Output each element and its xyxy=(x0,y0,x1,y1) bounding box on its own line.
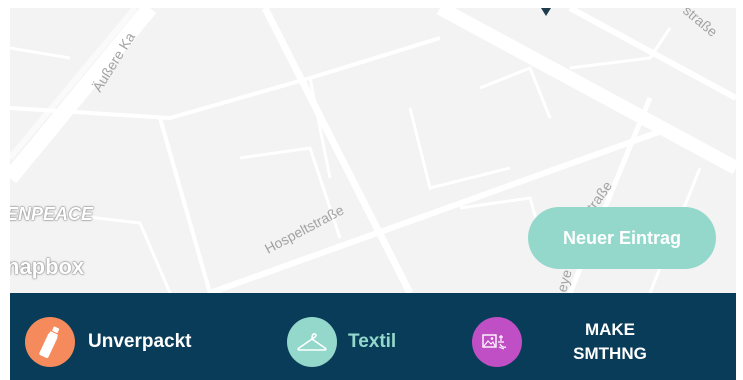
map-pin-icon[interactable] xyxy=(541,8,551,16)
app-frame: Äußere Ka straße Hospeltstraße straße ey… xyxy=(0,0,743,380)
bottle-icon xyxy=(25,317,75,367)
category-label: Unverpackt xyxy=(88,331,192,352)
category-label: Textil xyxy=(348,331,397,352)
mapbox-logo: napbox xyxy=(10,254,85,279)
greenpeace-logo: ENPEACE xyxy=(10,204,94,224)
category-textil[interactable]: Textil xyxy=(287,317,396,367)
hanger-icon xyxy=(287,317,337,367)
picture-brush-icon xyxy=(472,317,522,367)
category-label: MAKE SMTHNG xyxy=(562,318,658,366)
category-make-smthng[interactable]: MAKE SMTHNG xyxy=(472,317,658,367)
category-bar: Unverpackt Textil MAKE SMTHNG xyxy=(10,293,736,380)
category-label-line: MAKE xyxy=(584,320,636,339)
new-entry-button[interactable]: Neuer Eintrag xyxy=(528,207,716,269)
street-label: straße xyxy=(680,8,721,40)
category-label-line: SMTHNG xyxy=(573,344,647,363)
map-view[interactable]: Äußere Ka straße Hospeltstraße straße ey… xyxy=(10,8,736,293)
category-unverpackt[interactable]: Unverpackt xyxy=(25,317,192,367)
